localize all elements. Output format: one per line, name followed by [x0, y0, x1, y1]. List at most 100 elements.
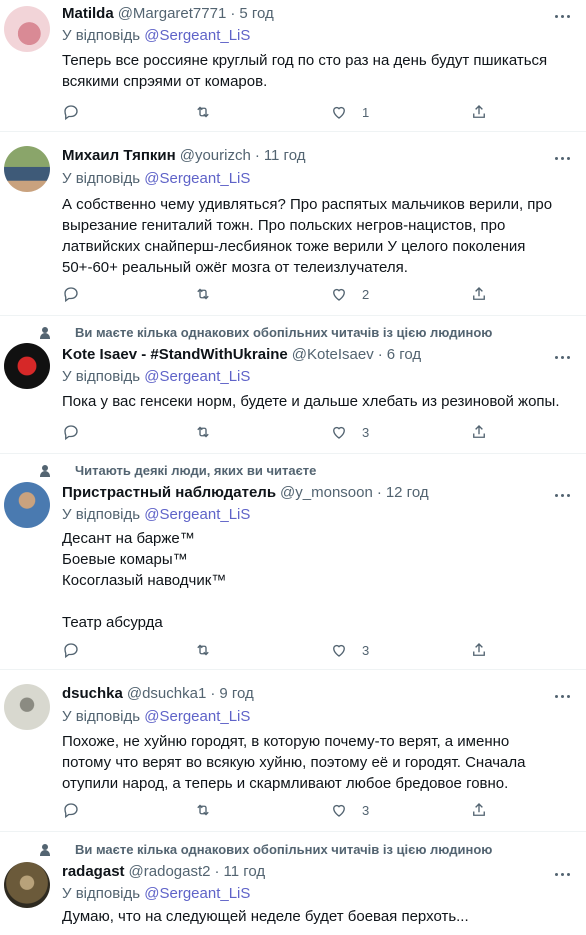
person-icon [40, 326, 50, 339]
author-name[interactable]: radagast [62, 863, 125, 880]
avatar[interactable] [4, 343, 50, 389]
reply-mention[interactable]: @Sergeant_LiS [144, 368, 250, 385]
tweet-actions: 3 [62, 422, 502, 442]
tweet-1[interactable]: Matilda @Margaret7771 · 5 год У відповід… [0, 0, 586, 132]
separator-dot: · [230, 5, 236, 22]
separator-dot: · [376, 484, 382, 501]
timestamp[interactable]: 11 год [223, 863, 265, 880]
tweet-3[interactable]: Ви маєте кілька однакових обопільних чит… [0, 316, 586, 454]
more-icon[interactable] [552, 6, 572, 26]
retweet-icon [197, 106, 209, 118]
reply-prefix: У відповідь [62, 708, 141, 725]
reply-button[interactable] [62, 800, 80, 820]
timestamp[interactable]: 6 год [387, 346, 421, 363]
share-icon [473, 643, 485, 656]
timestamp[interactable]: 9 год [219, 685, 253, 702]
tweet-6[interactable]: Ви маєте кілька однакових обопільних чит… [0, 832, 586, 935]
tweet-text: Похоже, не хуйню городят, в которую поче… [62, 733, 526, 792]
share-button[interactable] [470, 422, 488, 442]
author-name[interactable]: Kote Isaev - #StandWithUkraine [62, 346, 288, 363]
reply-mention[interactable]: @Sergeant_LiS [144, 506, 250, 523]
reply-context: У відповідь @Sergeant_LiS [62, 506, 250, 523]
reply-prefix: У відповідь [62, 170, 141, 187]
reply-context: У відповідь @Sergeant_LiS [62, 170, 250, 187]
like-button[interactable]: 3 [330, 422, 369, 442]
social-context: Ви маєте кілька однакових обопільних чит… [40, 325, 492, 340]
more-icon[interactable] [552, 148, 572, 168]
tweet-5[interactable]: dsuchka @dsuchka1 · 9 год У відповідь @S… [0, 670, 586, 832]
social-context: Ви маєте кілька однакових обопільних чит… [40, 842, 492, 857]
share-button[interactable] [470, 800, 488, 820]
reply-button[interactable] [62, 284, 80, 304]
reply-context: У відповідь @Sergeant_LiS [62, 368, 250, 385]
like-count: 1 [362, 104, 370, 120]
author-name[interactable]: Пристрастный наблюдатель [62, 484, 276, 501]
like-icon [333, 804, 345, 817]
author-handle[interactable]: @yourizch [180, 147, 251, 164]
reply-button[interactable] [62, 102, 80, 122]
avatar[interactable] [4, 6, 50, 52]
timestamp[interactable]: 12 год [386, 484, 429, 501]
like-count: 3 [362, 424, 370, 440]
social-context-text: Ви маєте кілька однакових обопільних чит… [75, 325, 493, 340]
retweet-icon [197, 804, 209, 816]
author-handle[interactable]: @radogast2 [129, 863, 211, 880]
like-button[interactable]: 1 [330, 102, 369, 122]
share-button[interactable] [470, 640, 488, 660]
retweet-button[interactable] [194, 102, 212, 122]
author-handle[interactable]: @dsuchka1 [127, 685, 206, 702]
reply-mention[interactable]: @Sergeant_LiS [144, 170, 250, 187]
retweet-button[interactable] [194, 640, 212, 660]
person-icon [40, 464, 50, 477]
tweet-text: Пока у вас генсеки норм, будете и дальше… [62, 393, 560, 410]
retweet-button[interactable] [194, 284, 212, 304]
share-button[interactable] [470, 102, 488, 122]
tweet-actions: 3 [62, 640, 502, 660]
share-icon [473, 287, 485, 300]
reply-mention[interactable]: @Sergeant_LiS [144, 708, 250, 725]
like-count: 2 [362, 286, 370, 302]
timestamp[interactable]: 11 год [264, 147, 306, 164]
retweet-button[interactable] [194, 422, 212, 442]
more-icon[interactable] [552, 485, 572, 505]
reply-icon [64, 643, 78, 659]
more-icon[interactable] [552, 864, 572, 884]
share-icon [473, 105, 485, 118]
retweet-icon [197, 426, 209, 438]
author-name[interactable]: dsuchka [62, 685, 123, 702]
retweet-icon [197, 644, 209, 656]
avatar[interactable] [4, 146, 50, 192]
author-handle[interactable]: @KoteIsaev [292, 346, 374, 363]
reply-context: У відповідь @Sergeant_LiS [62, 27, 250, 44]
separator-dot: · [210, 685, 216, 702]
tweet-2[interactable]: Михаил Тяпкин @yourizch · 11 год У відпо… [0, 132, 586, 316]
reply-prefix: У відповідь [62, 885, 141, 902]
reply-mention[interactable]: @Sergeant_LiS [144, 27, 250, 44]
tweet-text: Думаю, что на следующей неделе будет бое… [62, 908, 469, 925]
author-handle[interactable]: @Margaret7771 [118, 5, 227, 22]
timestamp[interactable]: 5 год [239, 5, 273, 22]
reply-button[interactable] [62, 640, 80, 660]
like-button[interactable]: 3 [330, 640, 369, 660]
tweet-text: Теперь все россияне круглый год по сто р… [62, 52, 548, 90]
like-button[interactable]: 2 [330, 284, 369, 304]
reply-context: У відповідь @Sergeant_LiS [62, 885, 250, 902]
retweet-button[interactable] [194, 800, 212, 820]
avatar[interactable] [4, 684, 50, 730]
more-icon[interactable] [552, 686, 572, 706]
separator-dot: · [254, 147, 260, 164]
share-button[interactable] [470, 284, 488, 304]
tweet-4[interactable]: Читають деякі люди, яких ви читаєте Прис… [0, 454, 586, 670]
avatar[interactable] [4, 862, 50, 908]
author-handle[interactable]: @y_monsoon [280, 484, 373, 501]
tweet-text: Десант на барже™ Боевые комары™ Косоглаз… [62, 530, 227, 631]
author-name[interactable]: Михаил Тяпкин [62, 147, 176, 164]
retweet-icon [197, 288, 209, 300]
more-icon[interactable] [552, 347, 572, 367]
person-icon [40, 843, 50, 856]
author-name[interactable]: Matilda [62, 5, 114, 22]
reply-mention[interactable]: @Sergeant_LiS [144, 885, 250, 902]
like-button[interactable]: 3 [330, 800, 369, 820]
avatar[interactable] [4, 482, 50, 528]
reply-button[interactable] [62, 422, 80, 442]
